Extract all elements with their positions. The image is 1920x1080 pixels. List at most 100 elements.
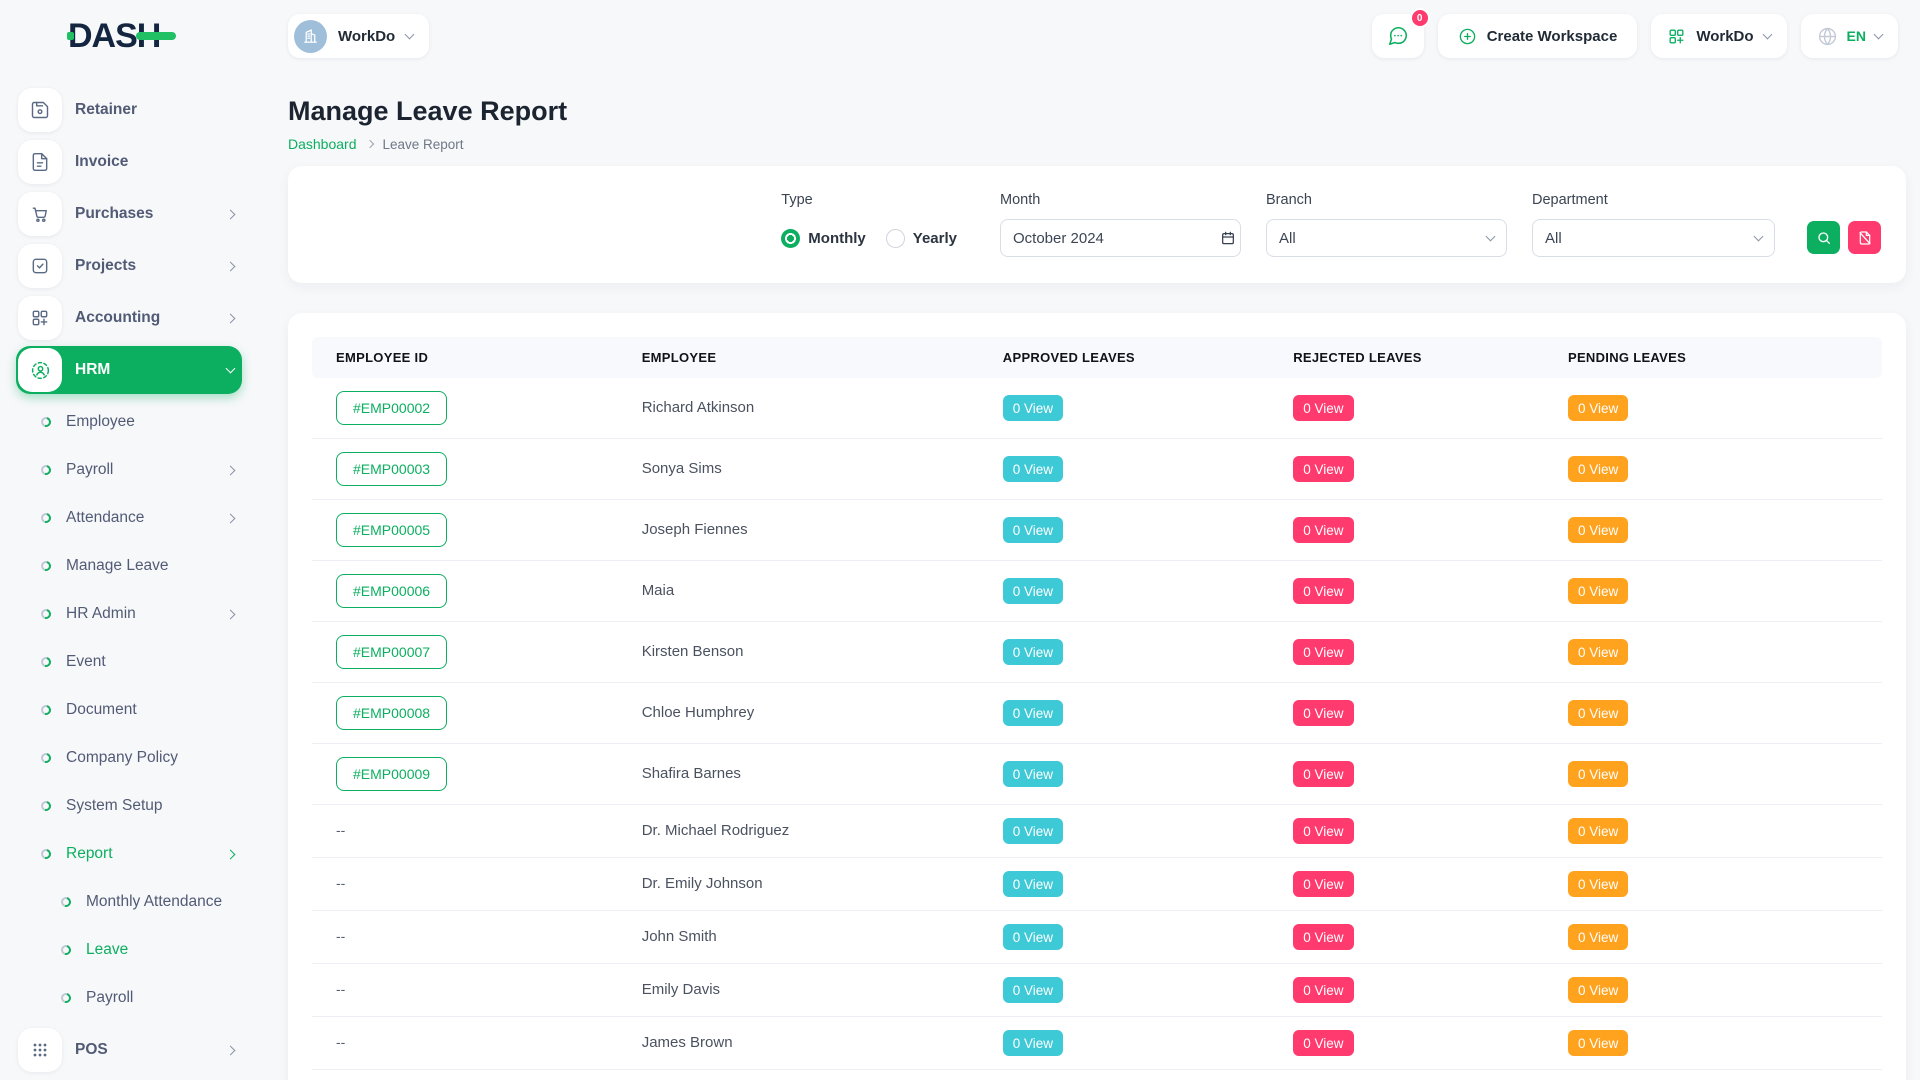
sidebar-item-event[interactable]: Event xyxy=(0,638,260,686)
create-workspace-button[interactable]: Create Workspace xyxy=(1438,14,1638,58)
approved-view-badge[interactable]: 0 View xyxy=(1003,761,1063,787)
brand-logo[interactable]: DASH xyxy=(68,17,160,56)
pending-view-badge[interactable]: 0 View xyxy=(1568,700,1628,726)
approved-view-badge[interactable]: 0 View xyxy=(1003,395,1063,421)
rejected-view-badge[interactable]: 0 View xyxy=(1293,639,1353,665)
chevron-right-icon xyxy=(226,1045,236,1055)
sidebar-item-manage-leave[interactable]: Manage Leave xyxy=(0,542,260,590)
sidebar-item-document[interactable]: Document xyxy=(0,686,260,734)
pending-view-badge[interactable]: 0 View xyxy=(1568,977,1628,1003)
rejected-view-badge[interactable]: 0 View xyxy=(1293,700,1353,726)
workspace-switcher[interactable]: WorkDo xyxy=(288,14,429,58)
employee-id-chip[interactable]: -- xyxy=(336,1034,345,1050)
approved-view-badge[interactable]: 0 View xyxy=(1003,924,1063,950)
employee-id-chip[interactable]: -- xyxy=(336,928,345,944)
sidebar-item-attendance[interactable]: Attendance xyxy=(0,494,260,542)
pending-view-badge[interactable]: 0 View xyxy=(1568,456,1628,482)
employee-name-cell: Emily Davis xyxy=(642,964,1003,1017)
employee-id-cell: #EMP00002 xyxy=(312,378,642,439)
sidebar-item-payroll[interactable]: Payroll xyxy=(0,446,260,494)
employee-id-chip[interactable]: -- xyxy=(336,875,345,891)
employee-id-chip[interactable]: #EMP00003 xyxy=(336,452,447,486)
sidebar-item-invoice[interactable]: Invoice xyxy=(16,138,242,186)
sidebar-item-hrm[interactable]: HRM xyxy=(16,346,242,394)
approved-view-badge[interactable]: 0 View xyxy=(1003,639,1063,665)
branch-select[interactable]: All xyxy=(1266,219,1507,257)
table-row: #EMP00003 Sonya Sims 0 View 0 View 0 Vie xyxy=(312,439,1882,500)
pending-view-badge[interactable]: 0 View xyxy=(1568,924,1628,950)
pending-view-badge[interactable]: 0 View xyxy=(1568,1030,1628,1056)
check-square-icon xyxy=(18,244,62,288)
sidebar-item-employee[interactable]: Employee xyxy=(0,398,260,446)
month-input[interactable] xyxy=(1013,230,1212,247)
app-menu-button[interactable]: WorkDo xyxy=(1651,14,1786,58)
rejected-view-badge[interactable]: 0 View xyxy=(1293,456,1353,482)
sidebar-item-retainer[interactable]: Retainer xyxy=(16,86,242,134)
pending-view-badge[interactable]: 0 View xyxy=(1568,639,1628,665)
employee-id-chip[interactable]: #EMP00002 xyxy=(336,391,447,425)
rejected-view-badge[interactable]: 0 View xyxy=(1293,761,1353,787)
radio-monthly[interactable]: Monthly xyxy=(781,229,866,248)
sidebar: Retainer Invoice Purchases Projects xyxy=(0,72,260,1078)
sidebar-item-purchases[interactable]: Purchases xyxy=(16,190,242,238)
employee-id-chip[interactable]: #EMP00009 xyxy=(336,757,447,791)
approved-view-badge[interactable]: 0 View xyxy=(1003,977,1063,1003)
rejected-view-badge[interactable]: 0 View xyxy=(1293,924,1353,950)
sidebar-item-pos[interactable]: POS xyxy=(16,1026,242,1074)
language-selector[interactable]: EN xyxy=(1801,14,1898,58)
grid-plus-icon xyxy=(1667,27,1686,46)
pending-leaves-cell: 0 View xyxy=(1568,378,1882,439)
employee-id-chip[interactable]: #EMP00008 xyxy=(336,696,447,730)
employee-id-chip[interactable]: #EMP00005 xyxy=(336,513,447,547)
column-rejected-leaves: REJECTED LEAVES xyxy=(1293,337,1568,378)
sidebar-item-accounting[interactable]: Accounting xyxy=(16,294,242,342)
rejected-view-badge[interactable]: 0 View xyxy=(1293,578,1353,604)
department-select[interactable]: All xyxy=(1532,219,1775,257)
employee-id-chip[interactable]: #EMP00007 xyxy=(336,635,447,669)
pending-view-badge[interactable]: 0 View xyxy=(1568,818,1628,844)
approved-view-badge[interactable]: 0 View xyxy=(1003,517,1063,543)
approved-view-badge[interactable]: 0 View xyxy=(1003,700,1063,726)
calendar-icon[interactable] xyxy=(1220,230,1236,246)
sidebar-item-leave[interactable]: Leave xyxy=(0,926,260,974)
employee-id-chip[interactable]: -- xyxy=(336,981,345,997)
sidebar-item-system-setup[interactable]: System Setup xyxy=(0,782,260,830)
rejected-view-badge[interactable]: 0 View xyxy=(1293,871,1353,897)
messages-button[interactable]: 0 xyxy=(1372,14,1424,58)
rejected-view-badge[interactable]: 0 View xyxy=(1293,517,1353,543)
sidebar-item-hr-admin[interactable]: HR Admin xyxy=(0,590,260,638)
approved-view-badge[interactable]: 0 View xyxy=(1003,818,1063,844)
pending-leaves-cell: 0 View xyxy=(1568,683,1882,744)
radio-yearly[interactable]: Yearly xyxy=(886,229,957,248)
pending-view-badge[interactable]: 0 View xyxy=(1568,517,1628,543)
chevron-right-icon xyxy=(226,209,236,219)
bullet-icon xyxy=(59,943,73,957)
sidebar-item-report-payroll[interactable]: Payroll xyxy=(0,974,260,1022)
bullet-icon xyxy=(39,799,53,813)
approved-leaves-cell: 0 View xyxy=(1003,683,1293,744)
approved-view-badge[interactable]: 0 View xyxy=(1003,456,1063,482)
type-radio-row: Monthly Yearly xyxy=(781,219,957,257)
pending-view-badge[interactable]: 0 View xyxy=(1568,395,1628,421)
sidebar-item-report[interactable]: Report xyxy=(0,830,260,878)
search-button[interactable] xyxy=(1807,221,1840,254)
approved-view-badge[interactable]: 0 View xyxy=(1003,871,1063,897)
rejected-view-badge[interactable]: 0 View xyxy=(1293,818,1353,844)
approved-view-badge[interactable]: 0 View xyxy=(1003,578,1063,604)
breadcrumb-dashboard-link[interactable]: Dashboard xyxy=(288,136,357,152)
pending-view-badge[interactable]: 0 View xyxy=(1568,871,1628,897)
pending-view-badge[interactable]: 0 View xyxy=(1568,578,1628,604)
pending-view-badge[interactable]: 0 View xyxy=(1568,761,1628,787)
rejected-view-badge[interactable]: 0 View xyxy=(1293,977,1353,1003)
sidebar-item-company-policy[interactable]: Company Policy xyxy=(0,734,260,782)
rejected-view-badge[interactable]: 0 View xyxy=(1293,1030,1353,1056)
employee-name-cell: John Smith xyxy=(642,911,1003,964)
rejected-view-badge[interactable]: 0 View xyxy=(1293,395,1353,421)
sidebar-item-monthly-attendance[interactable]: Monthly Attendance xyxy=(0,878,260,926)
approved-view-badge[interactable]: 0 View xyxy=(1003,1030,1063,1056)
column-employee-id: EMPLOYEE ID xyxy=(312,337,642,378)
employee-id-chip[interactable]: #EMP00006 xyxy=(336,574,447,608)
reset-button[interactable] xyxy=(1848,221,1881,254)
sidebar-item-projects[interactable]: Projects xyxy=(16,242,242,290)
employee-id-chip[interactable]: -- xyxy=(336,822,345,838)
